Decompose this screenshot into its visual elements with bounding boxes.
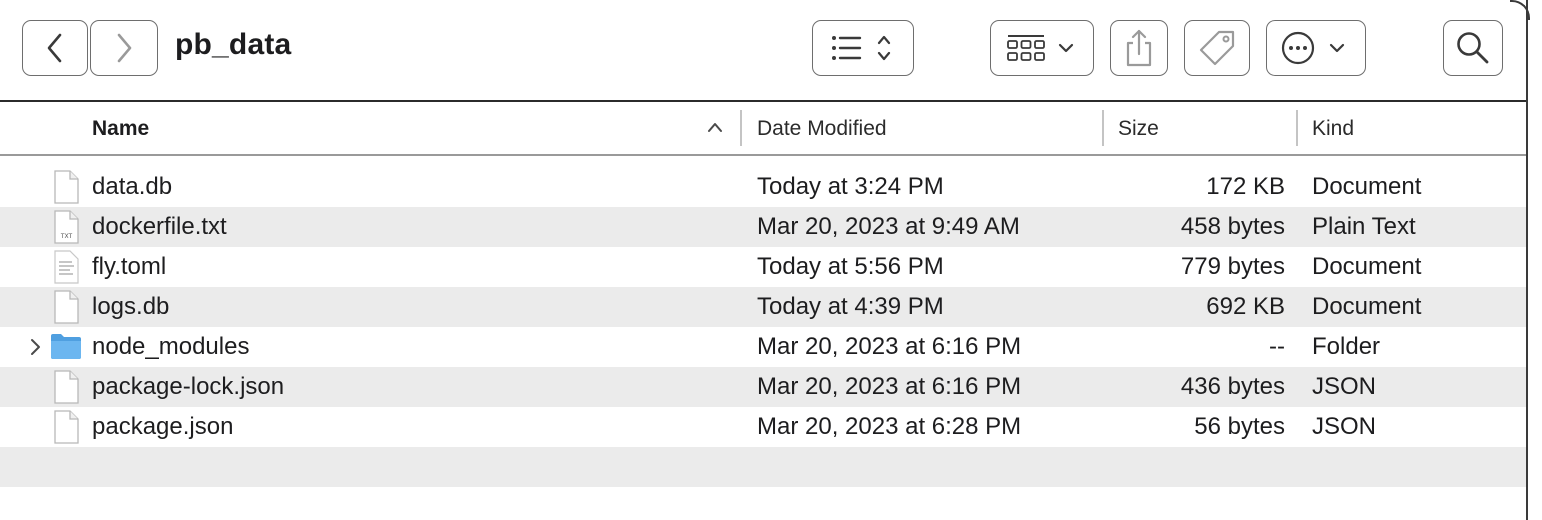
sort-ascending-icon[interactable] bbox=[706, 120, 724, 134]
file-date: Mar 20, 2023 at 6:16 PM bbox=[757, 333, 1022, 360]
chevron-right-icon bbox=[117, 33, 132, 63]
chevron-left-icon bbox=[47, 33, 62, 63]
file-row[interactable]: logs.db Today at 4:39 PM 692 KB Document bbox=[0, 287, 1526, 327]
file-date: Today at 5:56 PM bbox=[757, 253, 944, 280]
column-separator[interactable] bbox=[1296, 110, 1298, 146]
file-name: package.json bbox=[92, 413, 234, 440]
file-date: Mar 20, 2023 at 9:49 AM bbox=[757, 213, 1020, 240]
column-size-header[interactable]: Size bbox=[1118, 117, 1159, 141]
file-size: 458 bytes bbox=[1180, 213, 1285, 240]
search-icon bbox=[1457, 32, 1489, 64]
file-date: Today at 4:39 PM bbox=[757, 293, 944, 320]
share-icon bbox=[1126, 29, 1152, 67]
column-header: Name Date Modified Size Kind bbox=[0, 102, 1526, 154]
file-kind: Document bbox=[1312, 253, 1422, 280]
toolbar: pb_data bbox=[0, 0, 1528, 100]
folder-icon bbox=[51, 334, 81, 359]
file-list: data.db Today at 3:24 PM 172 KB Document… bbox=[0, 167, 1526, 487]
file-name: data.db bbox=[92, 173, 173, 200]
empty-row bbox=[0, 447, 1526, 487]
search-button[interactable] bbox=[1443, 20, 1503, 76]
file-size: 692 KB bbox=[1206, 293, 1285, 320]
group-button[interactable] bbox=[990, 20, 1094, 76]
file-size: 436 bytes bbox=[1180, 373, 1285, 400]
file-name: node_modules bbox=[92, 333, 250, 360]
forward-button[interactable] bbox=[90, 20, 158, 76]
view-mode-button[interactable] bbox=[812, 20, 914, 76]
file-kind: Document bbox=[1312, 293, 1422, 320]
file-date: Mar 20, 2023 at 6:28 PM bbox=[757, 413, 1022, 440]
file-kind: Document bbox=[1312, 173, 1422, 200]
file-row[interactable]: TXT dockerfile.txt Mar 20, 2023 at 9:49 … bbox=[0, 207, 1526, 247]
document-icon bbox=[54, 290, 79, 324]
file-date: Mar 20, 2023 at 6:16 PM bbox=[757, 373, 1022, 400]
file-kind: Plain Text bbox=[1312, 213, 1416, 240]
file-row[interactable]: package.json Mar 20, 2023 at 6:28 PM 56 … bbox=[0, 407, 1526, 447]
file-row[interactable]: package-lock.json Mar 20, 2023 at 6:16 P… bbox=[0, 367, 1526, 407]
document-icon bbox=[54, 410, 79, 444]
column-date-header[interactable]: Date Modified bbox=[757, 117, 887, 141]
folder-row[interactable]: node_modules Mar 20, 2023 at 6:16 PM -- … bbox=[0, 327, 1526, 367]
file-row[interactable]: data.db Today at 3:24 PM 172 KB Document bbox=[0, 167, 1526, 207]
list-view-icon bbox=[832, 35, 891, 61]
file-size: -- bbox=[1269, 333, 1285, 360]
finder-window: pb_data Name Date Modified Size Kind dat… bbox=[0, 0, 1530, 520]
column-separator[interactable] bbox=[740, 110, 742, 146]
text-document-icon bbox=[54, 250, 79, 284]
file-name: logs.db bbox=[92, 293, 170, 320]
svg-text:TXT: TXT bbox=[60, 233, 73, 240]
share-button[interactable] bbox=[1110, 20, 1168, 76]
back-button[interactable] bbox=[22, 20, 88, 76]
more-actions-button[interactable] bbox=[1266, 20, 1366, 76]
ellipsis-circle-icon bbox=[1281, 31, 1345, 65]
column-name-header[interactable]: Name bbox=[92, 117, 149, 141]
document-icon bbox=[54, 370, 79, 404]
window-title: pb_data bbox=[175, 28, 292, 61]
file-kind: Folder bbox=[1312, 333, 1381, 360]
file-date: Today at 3:24 PM bbox=[757, 173, 944, 200]
file-size: 779 bytes bbox=[1180, 253, 1285, 280]
file-name: dockerfile.txt bbox=[92, 213, 227, 240]
file-size: 56 bytes bbox=[1194, 413, 1285, 440]
file-size: 172 KB bbox=[1206, 173, 1285, 200]
file-name: package-lock.json bbox=[92, 373, 285, 400]
tag-button[interactable] bbox=[1184, 20, 1250, 76]
file-kind: JSON bbox=[1312, 413, 1377, 440]
file-row[interactable]: fly.toml Today at 5:56 PM 779 bytes Docu… bbox=[0, 247, 1526, 287]
txt-file-icon: TXT bbox=[54, 210, 79, 244]
column-kind-header[interactable]: Kind bbox=[1312, 117, 1354, 141]
file-name: fly.toml bbox=[92, 253, 167, 280]
disclosure-triangle-icon[interactable] bbox=[28, 337, 42, 357]
tag-icon bbox=[1199, 30, 1235, 66]
window-edge bbox=[1510, 0, 1530, 520]
column-separator[interactable] bbox=[1102, 110, 1104, 146]
header-divider bbox=[0, 154, 1526, 156]
file-kind: JSON bbox=[1312, 373, 1377, 400]
grid-group-icon bbox=[1007, 35, 1074, 61]
document-icon bbox=[54, 170, 79, 204]
